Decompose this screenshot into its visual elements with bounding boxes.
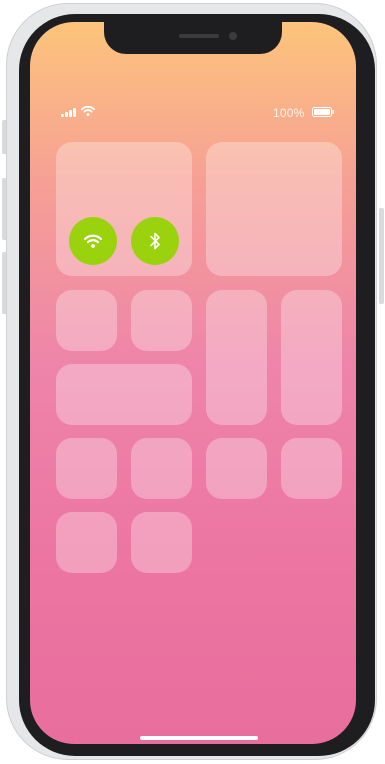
control-tile[interactable] [131, 290, 192, 351]
wifi-toggle[interactable] [69, 217, 117, 265]
control-tile[interactable] [131, 438, 192, 499]
connectivity-panel[interactable] [56, 142, 192, 276]
device-mockup: 100% [0, 0, 385, 764]
control-tile[interactable] [56, 438, 117, 499]
status-bar: 100% [30, 104, 356, 120]
control-tile[interactable] [206, 438, 267, 499]
wide-control-tile[interactable] [56, 364, 192, 425]
earpiece-speaker [179, 34, 219, 38]
cellular-signal-icon [61, 108, 77, 117]
wifi-icon [81, 105, 95, 117]
bluetooth-icon [150, 232, 160, 250]
control-tile[interactable] [131, 512, 192, 573]
power-button [379, 208, 384, 304]
home-indicator[interactable] [140, 736, 258, 740]
brightness-slider[interactable] [206, 290, 267, 425]
control-tile[interactable] [56, 290, 117, 351]
control-tile[interactable] [281, 438, 342, 499]
battery-percent: 100% [273, 106, 305, 120]
screen: 100% [30, 22, 356, 744]
volume-slider[interactable] [281, 290, 342, 425]
wifi-icon [83, 234, 103, 248]
battery-full-icon [312, 107, 334, 117]
front-camera [229, 32, 237, 40]
notch [104, 22, 282, 54]
control-tile[interactable] [56, 512, 117, 573]
media-player-panel[interactable] [206, 142, 342, 276]
bluetooth-toggle[interactable] [131, 217, 179, 265]
